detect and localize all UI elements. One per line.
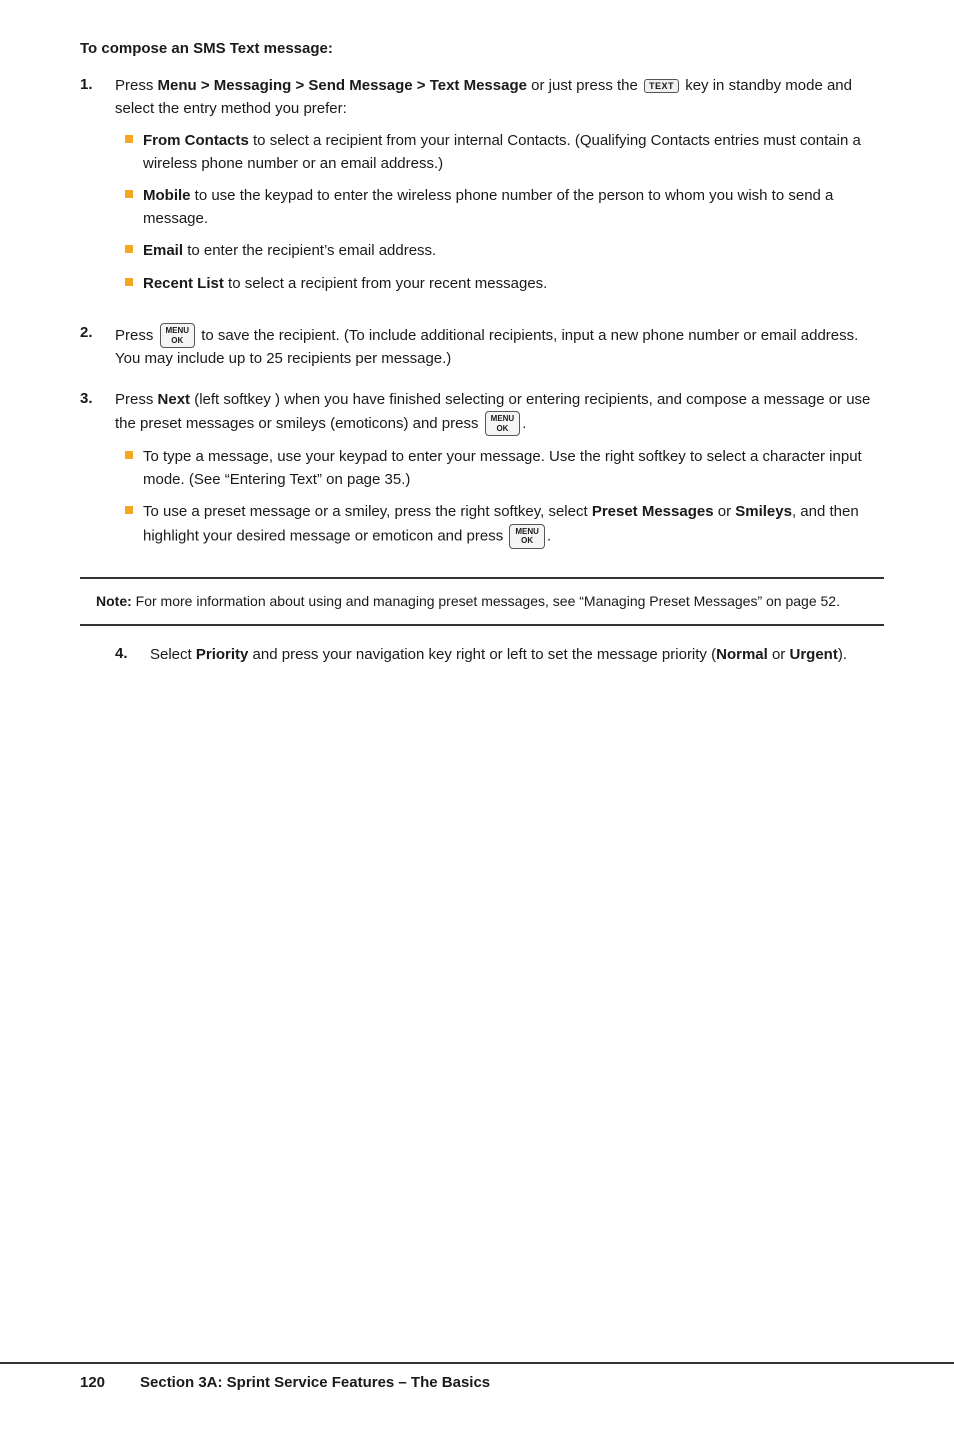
bullet-recent-list-text: Recent List to select a recipient from y…: [143, 273, 547, 296]
bullet-icon: [125, 190, 133, 198]
page-content: To compose an SMS Text message: 1. Press…: [0, 0, 954, 767]
step-4-number: 4.: [115, 644, 150, 662]
note-label: Note:: [96, 593, 132, 609]
step-3: 3. Press Next (left softkey ) when you h…: [80, 389, 884, 559]
bullet-from-contacts: From Contacts to select a recipient from…: [125, 130, 884, 175]
note-box: Note: For more information about using a…: [80, 577, 884, 626]
intro-heading: To compose an SMS Text message:: [80, 40, 884, 57]
step-2-text: Press MENUOK to save the recipient. (To …: [115, 327, 858, 368]
bullet-recent-list: Recent List to select a recipient from y…: [125, 273, 884, 296]
bullet-icon: [125, 451, 133, 459]
step-1-text: Press Menu > Messaging > Send Message > …: [115, 77, 852, 117]
bullet-icon: [125, 135, 133, 143]
bullet-preset-message: To use a preset message or a smiley, pre…: [125, 501, 884, 549]
bullet-preset-message-text: To use a preset message or a smiley, pre…: [143, 501, 884, 549]
bullet-email-text: Email to enter the recipient’s email add…: [143, 240, 436, 263]
footer-page-number: 120: [80, 1374, 120, 1391]
note-text: For more information about using and man…: [132, 593, 840, 609]
step-2-content: Press MENUOK to save the recipient. (To …: [115, 323, 884, 371]
menu-ok-key-3: MENUOK: [509, 524, 545, 549]
step-1-bullets: From Contacts to select a recipient from…: [115, 130, 884, 295]
menu-ok-key-2: MENUOK: [485, 411, 521, 436]
step-3-text: Press Next (left softkey ) when you have…: [115, 391, 870, 432]
bullet-from-contacts-text: From Contacts to select a recipient from…: [143, 130, 884, 175]
bullet-icon: [125, 245, 133, 253]
bullet-type-message: To type a message, use your keypad to en…: [125, 446, 884, 491]
step-3-content: Press Next (left softkey ) when you have…: [115, 389, 884, 559]
step-4: 4. Select Priority and press your naviga…: [80, 644, 884, 667]
bullet-type-message-text: To type a message, use your keypad to en…: [143, 446, 884, 491]
step-4-text: Select Priority and press your navigatio…: [150, 646, 847, 663]
bullet-icon: [125, 506, 133, 514]
text-key-icon: TEXT: [644, 79, 679, 94]
step-2: 2. Press MENUOK to save the recipient. (…: [80, 323, 884, 371]
bullet-email: Email to enter the recipient’s email add…: [125, 240, 884, 263]
step-1: 1. Press Menu > Messaging > Send Message…: [80, 75, 884, 305]
step-4-content: Select Priority and press your navigatio…: [150, 644, 884, 667]
step-1-content: Press Menu > Messaging > Send Message > …: [115, 75, 884, 305]
step-3-bullets: To type a message, use your keypad to en…: [115, 446, 884, 549]
bullet-icon: [125, 278, 133, 286]
step-1-number: 1.: [80, 75, 115, 93]
step-2-number: 2.: [80, 323, 115, 341]
steps-list: 1. Press Menu > Messaging > Send Message…: [80, 75, 884, 559]
bullet-mobile: Mobile to use the keypad to enter the wi…: [125, 185, 884, 230]
step-3-number: 3.: [80, 389, 115, 407]
menu-ok-key: MENUOK: [160, 323, 196, 348]
page-footer: 120 Section 3A: Sprint Service Features …: [0, 1362, 954, 1401]
footer-section-text: Section 3A: Sprint Service Features – Th…: [140, 1374, 490, 1391]
bullet-mobile-text: Mobile to use the keypad to enter the wi…: [143, 185, 884, 230]
